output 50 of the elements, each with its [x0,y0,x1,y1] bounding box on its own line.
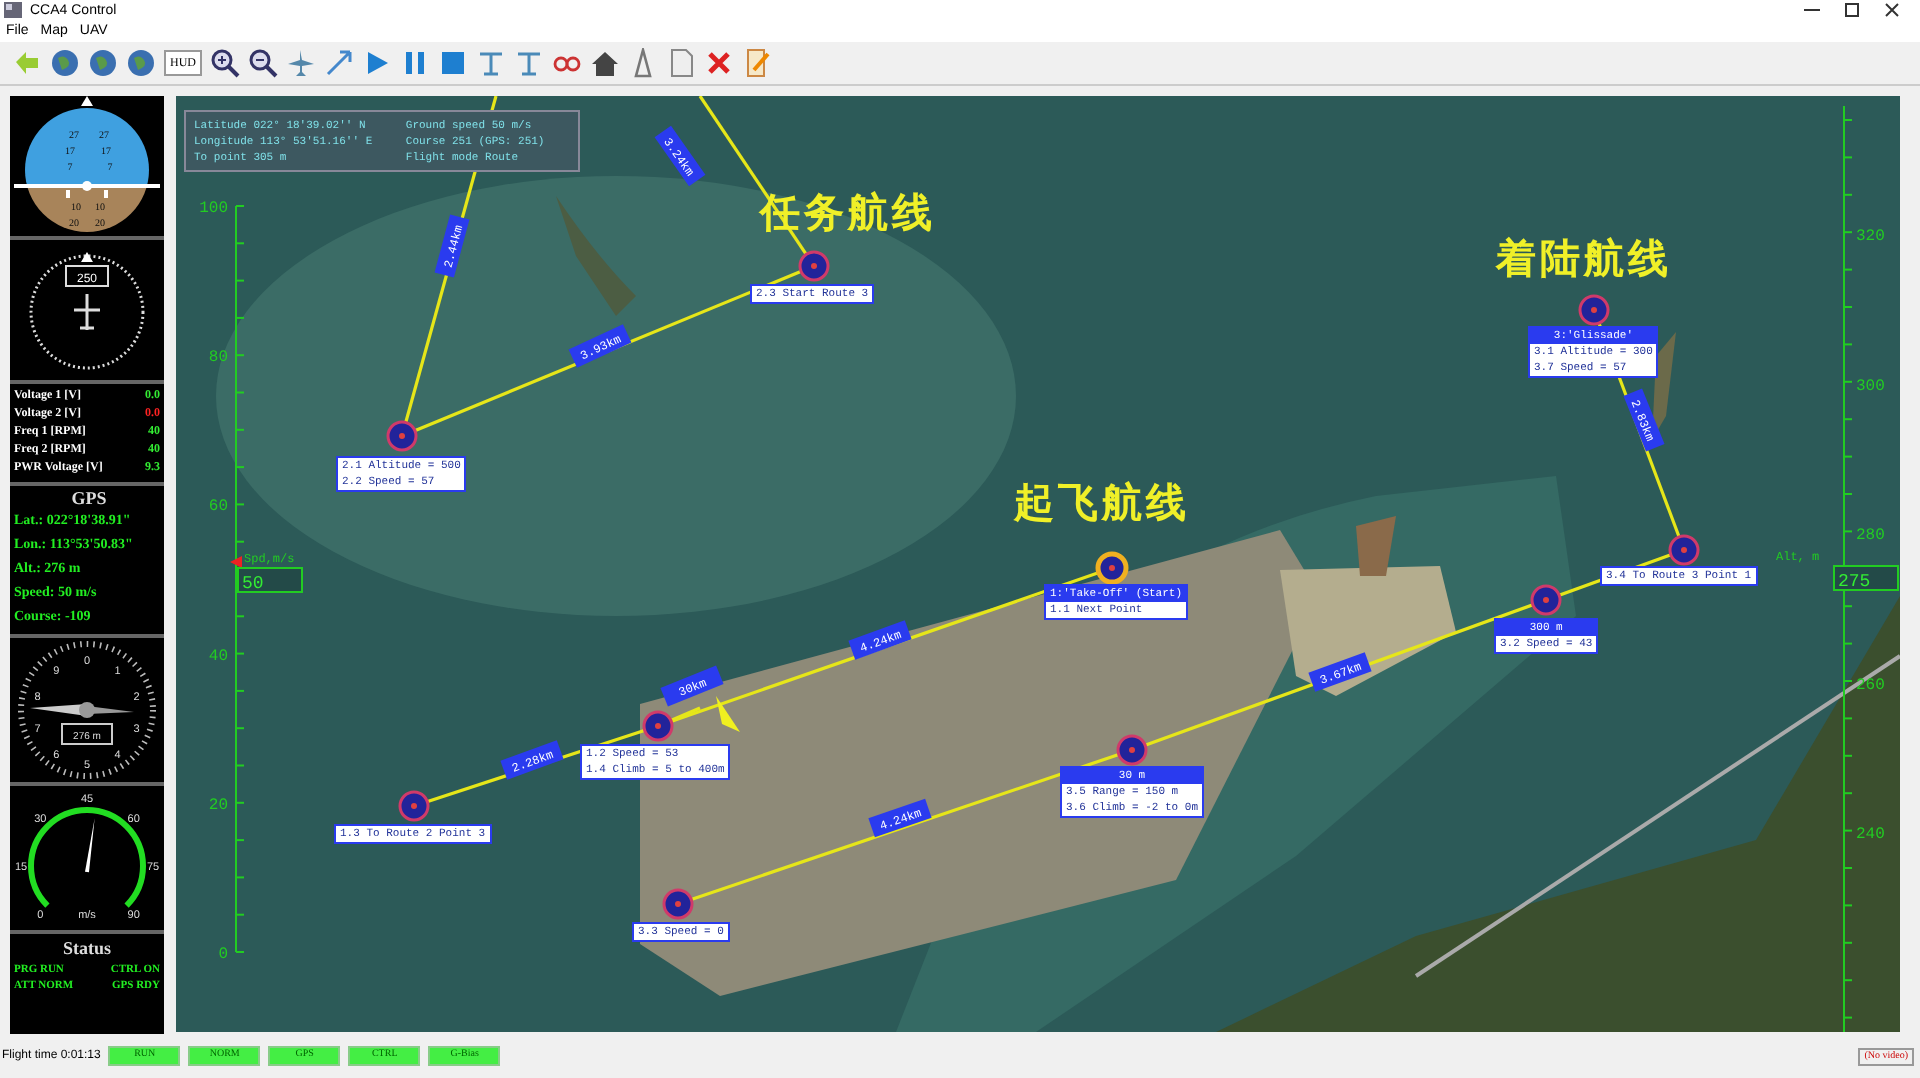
globe-icon[interactable] [50,48,80,78]
waypoint-marker[interactable] [398,790,430,822]
waypoint-marker[interactable] [798,250,830,282]
waypoint-marker[interactable] [1578,294,1610,326]
waypoint-marker[interactable] [1668,534,1700,566]
scale-label: 320 [1856,228,1885,246]
scale-label: 100 [199,200,228,218]
waypoint-marker[interactable] [1095,551,1129,585]
island-drawing [556,196,636,316]
app-icon [4,2,22,18]
speed-value-box [237,567,303,593]
gps-title: GPS [69,488,109,508]
scale-label: 80 [208,349,228,368]
waypoint-marker[interactable] [1530,584,1562,616]
aircraft-icon [716,696,740,732]
speed-value: 50 [242,574,264,594]
scale-label: 280 [1856,527,1885,545]
zoom-out-icon[interactable] [248,48,278,78]
waypoint-marker[interactable] [1116,734,1148,766]
waypoint-marker[interactable] [662,888,694,920]
route-title: 起飞航线 [1014,476,1190,530]
altitude-value-box [1833,565,1899,591]
scale-label: 20 [208,796,228,815]
zoom-in-icon[interactable] [210,48,240,78]
globe-icon[interactable] [126,48,156,78]
scale-label: 60 [208,498,228,517]
document-icon[interactable] [666,48,696,78]
island-drawing [1356,516,1396,576]
route-title: 着陆航线 [1496,232,1672,286]
scale-label: 300 [1856,377,1885,396]
compass-drawing [29,252,145,370]
waypoint-marker[interactable] [642,710,674,742]
waypoint-marker[interactable] [386,420,418,452]
edit-icon[interactable] [742,48,772,78]
delete-icon[interactable] [704,48,734,78]
altitude-value: 275 [1838,572,1871,592]
play-icon[interactable] [362,48,392,78]
globe-icon[interactable] [88,48,118,78]
status-title: Status [60,938,113,958]
speed-marker-icon [230,556,242,568]
stop-icon[interactable] [438,48,468,78]
speed-arc-drawing [28,807,146,908]
altitude-box [61,723,113,745]
maximize-icon[interactable] [1844,2,1860,18]
scale-label: 40 [208,647,228,666]
home-icon[interactable] [590,48,620,78]
pause-icon[interactable] [400,48,430,78]
heading-box [65,265,109,287]
scale-label: 0 [218,946,228,964]
close-icon[interactable] [1884,2,1900,18]
